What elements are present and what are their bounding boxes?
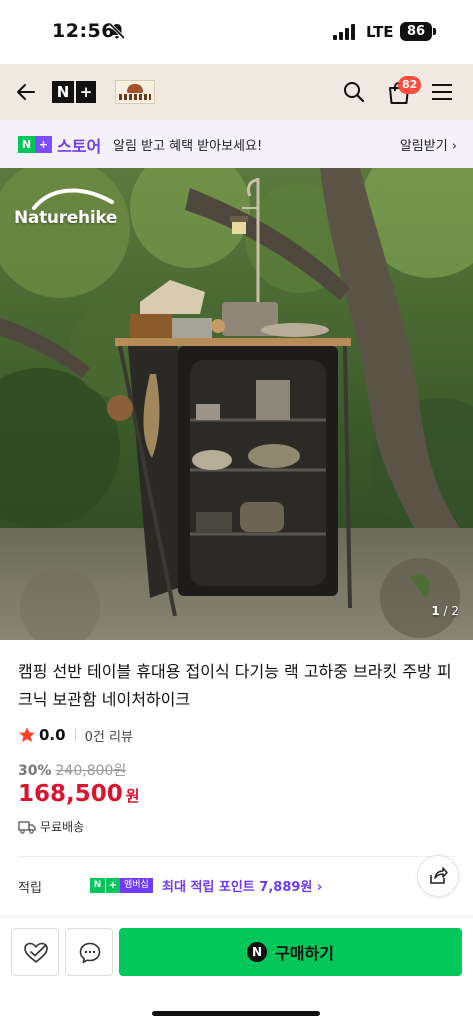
discount-rate: 30% <box>18 763 52 779</box>
home-indicator[interactable] <box>152 1011 320 1016</box>
shipping-row: 무료배송 <box>18 818 84 835</box>
image-counter-total: 2 <box>451 604 459 618</box>
sale-price-row: 168,500 원 <box>18 781 140 807</box>
sale-price: 168,500 <box>18 781 123 807</box>
membership-badge-plus: + <box>105 878 120 893</box>
share-button[interactable] <box>417 855 459 897</box>
star-icon <box>19 727 35 743</box>
rating-value: 0.0 <box>39 726 66 744</box>
truck-icon <box>18 820 36 834</box>
membership-badge: N + 멤버십 <box>90 878 153 893</box>
status-time: 12:56 <box>52 20 115 42</box>
section-divider <box>18 856 456 857</box>
naver-pay-icon: N <box>247 942 268 962</box>
store-notice-message: 알림 받고 혜택 받아보세요! <box>113 139 263 154</box>
store-badge-n: N <box>18 136 35 153</box>
battery-tip <box>433 28 436 35</box>
search-icon[interactable] <box>342 80 366 104</box>
product-image[interactable]: Naturehike 1 / 2 <box>0 168 473 640</box>
chat-button[interactable] <box>65 928 113 976</box>
store-badge-plus: + <box>35 136 52 153</box>
wishlist-button[interactable] <box>11 928 59 976</box>
discount-row: 30% 240,800원 <box>18 760 126 780</box>
store-logo-lettering <box>119 94 151 100</box>
shipping-text: 무료배송 <box>40 820 85 834</box>
image-counter: 1 / 2 <box>431 604 459 618</box>
product-photo <box>0 168 473 640</box>
nplus-logo-plus: + <box>74 81 96 103</box>
heart-check-icon <box>24 942 48 963</box>
review-count[interactable]: 0건 리뷰 <box>85 726 133 745</box>
status-bar: 12:56 LTE 86 <box>0 0 473 64</box>
signal-icon <box>333 24 355 40</box>
image-counter-current: 1 <box>431 604 440 618</box>
mute-icon <box>108 22 126 40</box>
chat-icon <box>79 942 101 964</box>
membership-badge-label: 멤버십 <box>120 878 153 893</box>
rating-divider <box>74 729 76 741</box>
brand-watermark: Naturehike <box>14 208 118 228</box>
rating-row[interactable]: 0.0 0건 리뷰 <box>18 724 133 746</box>
points-label: 적립 <box>18 881 42 896</box>
app-header: N + 82 <box>0 64 473 120</box>
share-icon <box>430 867 448 884</box>
store-label: 스토어 <box>57 137 102 156</box>
battery-indicator: 86 <box>400 22 432 41</box>
nplus-logo-n: N <box>52 81 74 103</box>
naturehike-logo-mark <box>32 188 114 210</box>
sale-price-unit: 원 <box>125 787 140 805</box>
buy-button-label: 구매하기 <box>275 944 334 963</box>
menu-icon[interactable] <box>431 83 453 101</box>
original-price: 240,800원 <box>55 763 127 779</box>
cart-count-badge: 82 <box>398 76 422 94</box>
store-notice-bar[interactable]: N + 스토어 알림 받고 혜택 받아보세요! 알림받기 › <box>0 120 473 168</box>
membership-badge-n: N <box>90 878 105 893</box>
back-icon[interactable] <box>14 80 38 104</box>
product-title: 캠핑 선반 테이블 휴대용 접이식 다기능 랙 고하중 브라킷 주방 피크닉 보… <box>18 662 452 709</box>
store-logo-mark <box>127 84 143 93</box>
image-counter-separator: / <box>439 604 452 618</box>
store-logo[interactable] <box>115 80 155 104</box>
buy-button[interactable]: N 구매하기 <box>119 928 462 976</box>
network-label: LTE <box>366 23 394 41</box>
notify-subscribe-link[interactable]: 알림받기 › <box>400 135 457 154</box>
bottom-action-bar: N 구매하기 <box>0 916 473 1024</box>
max-points-link[interactable]: 최대 적립 포인트 7,889원 › <box>162 876 322 895</box>
nplus-store-badge: N + <box>18 136 52 153</box>
nplus-logo[interactable]: N + <box>52 81 96 103</box>
